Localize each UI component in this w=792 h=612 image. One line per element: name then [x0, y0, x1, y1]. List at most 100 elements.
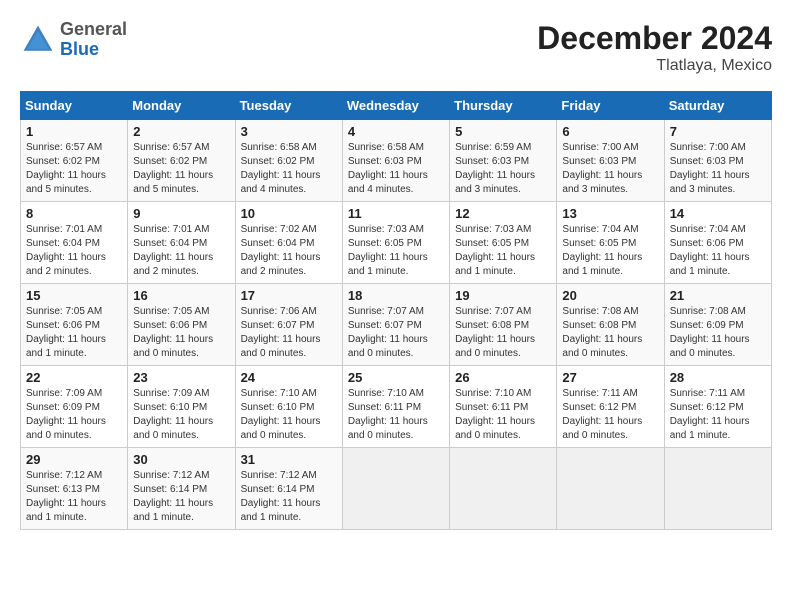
calendar-week: 29Sunrise: 7:12 AMSunset: 6:13 PMDayligh… — [21, 448, 772, 530]
day-info: Sunrise: 6:57 AMSunset: 6:02 PMDaylight:… — [26, 141, 122, 197]
day-info: Sunrise: 7:10 AMSunset: 6:10 PMDaylight:… — [241, 387, 337, 443]
calendar-cell: 6Sunrise: 7:00 AMSunset: 6:03 PMDaylight… — [557, 120, 664, 202]
day-number: 2 — [133, 124, 229, 139]
calendar-cell: 13Sunrise: 7:04 AMSunset: 6:05 PMDayligh… — [557, 202, 664, 284]
page-header: General Blue December 2024 Tlatlaya, Mex… — [20, 20, 772, 75]
day-info: Sunrise: 7:05 AMSunset: 6:06 PMDaylight:… — [133, 305, 229, 361]
day-number: 24 — [241, 370, 337, 385]
day-info: Sunrise: 7:12 AMSunset: 6:14 PMDaylight:… — [241, 469, 337, 525]
day-number: 14 — [670, 206, 766, 221]
calendar-cell: 2 Sunrise: 6:57 AMSunset: 6:02 PMDaylight… — [128, 120, 235, 202]
day-info: Sunrise: 6:58 AMSunset: 6:02 PMDaylight:… — [241, 141, 337, 197]
day-number: 13 — [562, 206, 658, 221]
day-info: Sunrise: 7:11 AMSunset: 6:12 PMDaylight:… — [562, 387, 658, 443]
day-number: 11 — [348, 206, 444, 221]
day-number: 7 — [670, 124, 766, 139]
day-number: 31 — [241, 452, 337, 467]
logo-general: General — [60, 19, 127, 39]
day-number: 30 — [133, 452, 229, 467]
logo: General Blue — [20, 20, 127, 60]
day-info: Sunrise: 7:00 AMSunset: 6:03 PMDaylight:… — [670, 141, 766, 197]
calendar-cell — [450, 448, 557, 530]
calendar-cell: 18 Sunrise: 7:07 AMSunset: 6:07 PMDayligh… — [342, 284, 449, 366]
day-info: Sunrise: 7:09 AMSunset: 6:10 PMDaylight:… — [133, 387, 229, 443]
day-number: 5 — [455, 124, 551, 139]
calendar-cell: 19 Sunrise: 7:07 AMSunset: 6:08 PMDayligh… — [450, 284, 557, 366]
day-number: 23 — [133, 370, 229, 385]
day-info: Sunrise: 7:07 AMSunset: 6:07 PMDaylight:… — [348, 305, 444, 361]
calendar-cell: 9Sunrise: 7:01 AMSunset: 6:04 PMDaylight… — [128, 202, 235, 284]
day-number: 21 — [670, 288, 766, 303]
title-block: December 2024 Tlatlaya, Mexico — [537, 20, 772, 75]
day-info: Sunrise: 7:01 AMSunset: 6:04 PMDaylight:… — [26, 223, 122, 279]
day-info: Sunrise: 7:02 AMSunset: 6:04 PMDaylight:… — [241, 223, 337, 279]
calendar-cell: 10 Sunrise: 7:02 AMSunset: 6:04 PMDayligh… — [235, 202, 342, 284]
calendar-cell: 14 Sunrise: 7:04 AMSunset: 6:06 PMDayligh… — [664, 202, 771, 284]
day-number: 18 — [348, 288, 444, 303]
calendar-cell: 1 Sunrise: 6:57 AMSunset: 6:02 PMDaylight… — [21, 120, 128, 202]
day-info: Sunrise: 7:09 AMSunset: 6:09 PMDaylight:… — [26, 387, 122, 443]
calendar-cell: 31 Sunrise: 7:12 AMSunset: 6:14 PMDayligh… — [235, 448, 342, 530]
calendar-cell: 21Sunrise: 7:08 AMSunset: 6:09 PMDayligh… — [664, 284, 771, 366]
day-info: Sunrise: 6:59 AMSunset: 6:03 PMDaylight:… — [455, 141, 551, 197]
calendar-cell: 11 Sunrise: 7:03 AMSunset: 6:05 PMDayligh… — [342, 202, 449, 284]
calendar-cell: 25 Sunrise: 7:10 AMSunset: 6:11 PMDayligh… — [342, 366, 449, 448]
day-number: 19 — [455, 288, 551, 303]
calendar-cell — [342, 448, 449, 530]
day-number: 4 — [348, 124, 444, 139]
calendar-cell: 15Sunrise: 7:05 AMSunset: 6:06 PMDayligh… — [21, 284, 128, 366]
day-number: 1 — [26, 124, 122, 139]
day-number: 22 — [26, 370, 122, 385]
weekday-header: Monday — [128, 92, 235, 120]
calendar-cell: 24 Sunrise: 7:10 AMSunset: 6:10 PMDayligh… — [235, 366, 342, 448]
calendar-cell — [664, 448, 771, 530]
day-number: 17 — [241, 288, 337, 303]
day-info: Sunrise: 7:01 AMSunset: 6:04 PMDaylight:… — [133, 223, 229, 279]
calendar-cell: 27 Sunrise: 7:11 AMSunset: 6:12 PMDayligh… — [557, 366, 664, 448]
day-info: Sunrise: 7:10 AMSunset: 6:11 PMDaylight:… — [348, 387, 444, 443]
calendar-cell: 8 Sunrise: 7:01 AMSunset: 6:04 PMDaylight… — [21, 202, 128, 284]
calendar-header: SundayMondayTuesdayWednesdayThursdayFrid… — [21, 92, 772, 120]
day-info: Sunrise: 7:03 AMSunset: 6:05 PMDaylight:… — [455, 223, 551, 279]
logo-blue: Blue — [60, 39, 99, 59]
day-number: 29 — [26, 452, 122, 467]
calendar-cell: 22 Sunrise: 7:09 AMSunset: 6:09 PMDayligh… — [21, 366, 128, 448]
weekday-header: Friday — [557, 92, 664, 120]
day-number: 28 — [670, 370, 766, 385]
calendar-cell: 26Sunrise: 7:10 AMSunset: 6:11 PMDayligh… — [450, 366, 557, 448]
month-title: December 2024 — [537, 20, 772, 57]
calendar-cell: 4Sunrise: 6:58 AMSunset: 6:03 PMDaylight… — [342, 120, 449, 202]
day-number: 3 — [241, 124, 337, 139]
day-info: Sunrise: 6:57 AMSunset: 6:02 PMDaylight:… — [133, 141, 229, 197]
day-info: Sunrise: 7:07 AMSunset: 6:08 PMDaylight:… — [455, 305, 551, 361]
calendar-cell: 28 Sunrise: 7:11 AMSunset: 6:12 PMDayligh… — [664, 366, 771, 448]
day-number: 12 — [455, 206, 551, 221]
location: Tlatlaya, Mexico — [537, 57, 772, 75]
day-info: Sunrise: 7:04 AMSunset: 6:06 PMDaylight:… — [670, 223, 766, 279]
calendar-week: 1 Sunrise: 6:57 AMSunset: 6:02 PMDaylight… — [21, 120, 772, 202]
calendar-cell: 12 Sunrise: 7:03 AMSunset: 6:05 PMDayligh… — [450, 202, 557, 284]
weekday-header: Saturday — [664, 92, 771, 120]
day-number: 6 — [562, 124, 658, 139]
day-info: Sunrise: 7:11 AMSunset: 6:12 PMDaylight:… — [670, 387, 766, 443]
day-info: Sunrise: 7:08 AMSunset: 6:08 PMDaylight:… — [562, 305, 658, 361]
calendar-cell: 20 Sunrise: 7:08 AMSunset: 6:08 PMDayligh… — [557, 284, 664, 366]
calendar-body: 1 Sunrise: 6:57 AMSunset: 6:02 PMDaylight… — [21, 120, 772, 530]
weekday-header: Tuesday — [235, 92, 342, 120]
day-info: Sunrise: 7:10 AMSunset: 6:11 PMDaylight:… — [455, 387, 551, 443]
weekday-header: Thursday — [450, 92, 557, 120]
day-number: 10 — [241, 206, 337, 221]
calendar-week: 8 Sunrise: 7:01 AMSunset: 6:04 PMDaylight… — [21, 202, 772, 284]
day-number: 20 — [562, 288, 658, 303]
calendar: SundayMondayTuesdayWednesdayThursdayFrid… — [20, 91, 772, 530]
calendar-cell — [557, 448, 664, 530]
day-number: 27 — [562, 370, 658, 385]
day-info: Sunrise: 7:12 AMSunset: 6:14 PMDaylight:… — [133, 469, 229, 525]
calendar-cell: 17Sunrise: 7:06 AMSunset: 6:07 PMDayligh… — [235, 284, 342, 366]
day-number: 25 — [348, 370, 444, 385]
logo-text: General Blue — [60, 20, 127, 60]
calendar-cell: 30 Sunrise: 7:12 AMSunset: 6:14 PMDayligh… — [128, 448, 235, 530]
calendar-week: 22 Sunrise: 7:09 AMSunset: 6:09 PMDayligh… — [21, 366, 772, 448]
day-info: Sunrise: 7:03 AMSunset: 6:05 PMDaylight:… — [348, 223, 444, 279]
day-number: 8 — [26, 206, 122, 221]
